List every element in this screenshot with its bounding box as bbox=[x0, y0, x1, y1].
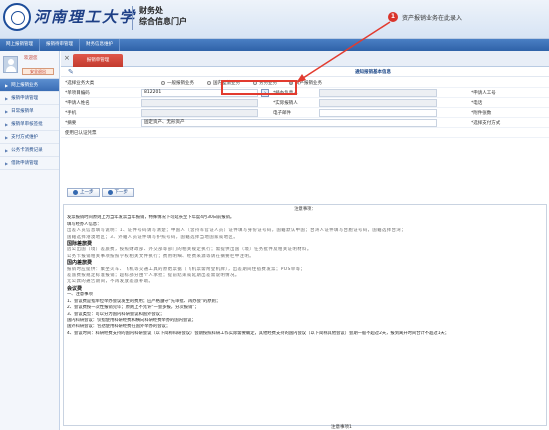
sidebar-item-label: 支付方式维护 bbox=[11, 134, 39, 140]
biz-type-label: *选择业务大类 bbox=[65, 80, 95, 86]
applicant-name-label: *申请人姓名 bbox=[65, 100, 90, 106]
notification-text: 资产报销业务在此录入 bbox=[402, 14, 463, 22]
actual-payer-input[interactable] bbox=[319, 99, 437, 107]
prev-step-label: 上一步 bbox=[80, 190, 94, 195]
sidebar-item-label: 报销单审核签批 bbox=[11, 121, 43, 127]
logo-divider bbox=[132, 6, 133, 30]
sidebar-user-panel: 欢迎您 安全退出 bbox=[0, 51, 59, 79]
radio-general[interactable]: 一般报销业务 bbox=[161, 80, 194, 86]
sidebar-item-label: 报销申请管理 bbox=[11, 95, 39, 101]
summary-input[interactable]: 固定资产、无形资产 bbox=[141, 119, 437, 127]
header: 河南理工大学 财务处 综合信息门户 1 资产报销业务在此录入 bbox=[0, 0, 549, 39]
mobile-label: *手机 bbox=[65, 110, 77, 116]
form-row-summary: *摘要 固定资产、无形资产 *选择支付方式 bbox=[61, 118, 549, 128]
manager-input[interactable] bbox=[319, 89, 437, 97]
arrow-right-icon bbox=[107, 190, 113, 195]
pencil-icon[interactable]: ✎ bbox=[68, 68, 74, 76]
sidebar-item-approve[interactable]: ▶ 报销单审核签批 bbox=[0, 118, 59, 131]
notice-footer: 注意事项1 bbox=[331, 425, 352, 430]
triangle-icon: ▶ bbox=[5, 121, 9, 127]
reimburse-form: *选择业务大类 一般报销业务 国内差旅业务 劳务业务 资产报销业务 *单项目编码… bbox=[61, 78, 549, 138]
radio-label: 资产报销业务 bbox=[295, 80, 322, 86]
topnav-item-pending[interactable]: 报销待审管理 bbox=[40, 39, 80, 51]
radio-dot bbox=[161, 80, 165, 85]
notification-callout: 1 资产报销业务在此录入 bbox=[388, 12, 462, 22]
sidebar-item-online-reimburse[interactable]: ▶ 网上报销业务 bbox=[0, 79, 59, 92]
pay-method-label: *选择支付方式 bbox=[471, 120, 501, 126]
topnav-item-finance-info[interactable]: 财务信息维护 bbox=[80, 39, 120, 51]
welcome-text: 欢迎您 bbox=[24, 56, 38, 61]
form-toolbar: ✎ 通知报销基本信息 bbox=[61, 67, 549, 77]
triangle-icon: ▶ bbox=[5, 95, 9, 101]
logout-button[interactable]: 安全退出 bbox=[22, 68, 54, 75]
radio-dot bbox=[207, 80, 211, 85]
actual-payer-label: *实际报销人 bbox=[273, 100, 298, 106]
notice-paragraph: 4、会议时间：科研经费支持的国内科研会议（以下简称科研会议）会期按照科研工作实际… bbox=[67, 330, 450, 336]
voucher-label: 使用已认证凭票 bbox=[65, 130, 97, 136]
form-row-contact: *手机 电子邮件 *附件张数 bbox=[61, 108, 549, 118]
email-label: 电子邮件 bbox=[273, 110, 291, 116]
applicant-name-input[interactable] bbox=[141, 99, 258, 107]
avatar bbox=[3, 56, 18, 73]
email-input[interactable] bbox=[319, 109, 437, 117]
close-icon[interactable]: × bbox=[64, 54, 70, 62]
triangle-icon: ▶ bbox=[5, 82, 9, 88]
top-nav: 网上报销管理 报销待审管理 财务信息维护 bbox=[0, 39, 549, 51]
sidebar-item-label: 公务卡消费记录 bbox=[11, 147, 43, 153]
project-no-label: *单项目编码 bbox=[65, 90, 90, 96]
portal-name: 综合信息门户 bbox=[139, 17, 187, 26]
sidebar-item-label: 网上报销业务 bbox=[11, 82, 39, 88]
university-seal-logo bbox=[3, 3, 31, 31]
phone-label: *电话 bbox=[471, 100, 483, 106]
topnav-item-reimburse[interactable]: 网上报销管理 bbox=[0, 39, 40, 51]
form-row-project: *单项目编码 812201 › *经办负责人 *申请人工号 bbox=[61, 88, 549, 98]
mobile-input[interactable] bbox=[141, 109, 258, 117]
step-buttons: 上一步 下一步 bbox=[67, 188, 134, 197]
prev-step-button[interactable]: 上一步 bbox=[67, 188, 100, 197]
university-name-logo: 河南理工大学 bbox=[34, 8, 137, 26]
triangle-icon: ▶ bbox=[5, 134, 9, 140]
notification-count-badge: 1 bbox=[388, 12, 398, 22]
sidebar-item-label: 日常报销单 bbox=[11, 108, 34, 114]
sidebar-item-apply[interactable]: ▶ 报销申请管理 bbox=[0, 92, 59, 105]
sidebar-item-loan[interactable]: ▶ 借款申请管理 bbox=[0, 157, 59, 170]
attachments-label: *附件张数 bbox=[471, 110, 492, 116]
sidebar-item-daily[interactable]: ▶ 日常报销单 bbox=[0, 105, 59, 118]
tab-reimburse-form[interactable]: 报销单管理 bbox=[73, 54, 123, 67]
notice-heading: 注意事项： bbox=[294, 207, 316, 212]
form-row-voucher: 使用已认证凭票 bbox=[61, 128, 549, 138]
sidebar-item-label: 借款申请管理 bbox=[11, 160, 39, 166]
triangle-icon: ▶ bbox=[5, 147, 9, 153]
notice-panel: 注意事项： 发票报销时间原则上为当年发票当年报销，特殊情况下可延长至下年度4月3… bbox=[63, 204, 547, 426]
next-step-button[interactable]: 下一步 bbox=[101, 188, 134, 197]
sidebar: 欢迎您 安全退出 ▶ 网上报销业务 ▶ 报销申请管理 ▶ 日常报销单 ▶ 报销单审核签批… bbox=[0, 51, 60, 430]
portal-title: 财务处 综合信息门户 bbox=[139, 5, 187, 27]
form-title: 通知报销基本信息 bbox=[355, 70, 391, 75]
highlight-box bbox=[221, 80, 297, 95]
arrow-left-icon bbox=[73, 190, 78, 195]
tab-bar: × 报销单管理 bbox=[61, 51, 549, 67]
summary-label: *摘要 bbox=[65, 120, 77, 126]
sidebar-item-card-records[interactable]: ▶ 公务卡消费记录 bbox=[0, 144, 59, 157]
form-row-biz-type: *选择业务大类 一般报销业务 国内差旅业务 劳务业务 资产报销业务 bbox=[61, 78, 549, 88]
triangle-icon: ▶ bbox=[5, 108, 9, 114]
department-name: 财务处 bbox=[139, 6, 163, 15]
form-row-applicant: *申请人姓名 *实际报销人 *电话 bbox=[61, 98, 549, 108]
applicant-label: *申请人工号 bbox=[471, 90, 496, 96]
sidebar-item-payment[interactable]: ▶ 支付方式维护 bbox=[0, 131, 59, 144]
triangle-icon: ▶ bbox=[5, 160, 9, 166]
main-panel: × 报销单管理 ✎ 通知报销基本信息 *选择业务大类 一般报销业务 国内差旅业务… bbox=[61, 51, 549, 430]
next-step-label: 下一步 bbox=[114, 190, 129, 195]
radio-label: 一般报销业务 bbox=[167, 80, 194, 86]
